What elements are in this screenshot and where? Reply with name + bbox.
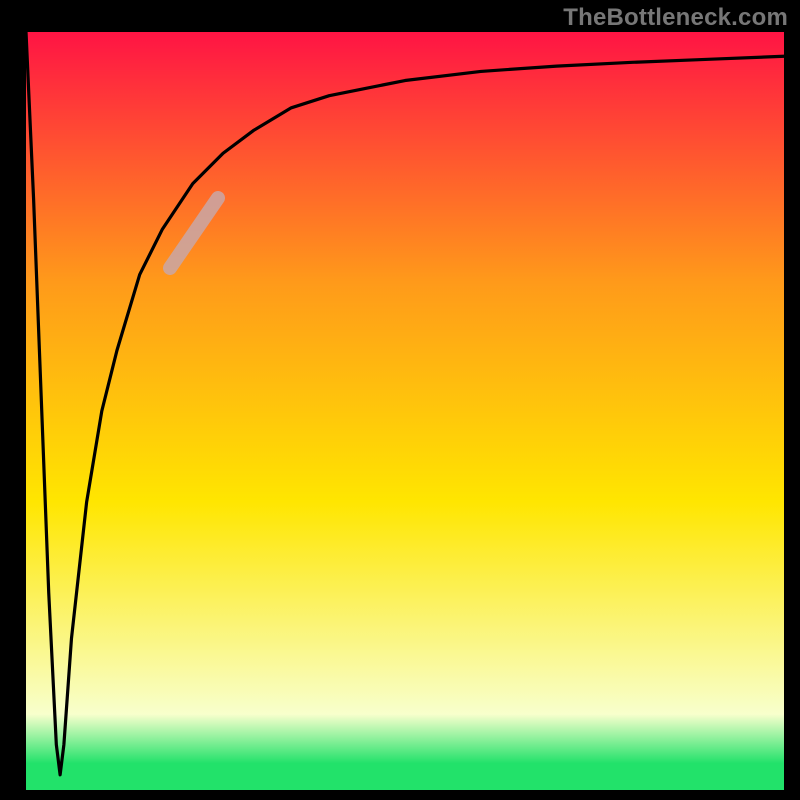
- frame-left: [0, 0, 26, 800]
- watermark-text: TheBottleneck.com: [563, 4, 788, 32]
- frame-right: [784, 0, 800, 800]
- bottleneck-chart-svg: [0, 0, 800, 800]
- plot-background: [26, 32, 784, 790]
- chart-container: TheBottleneck.com: [0, 0, 800, 800]
- frame-bottom: [0, 790, 800, 800]
